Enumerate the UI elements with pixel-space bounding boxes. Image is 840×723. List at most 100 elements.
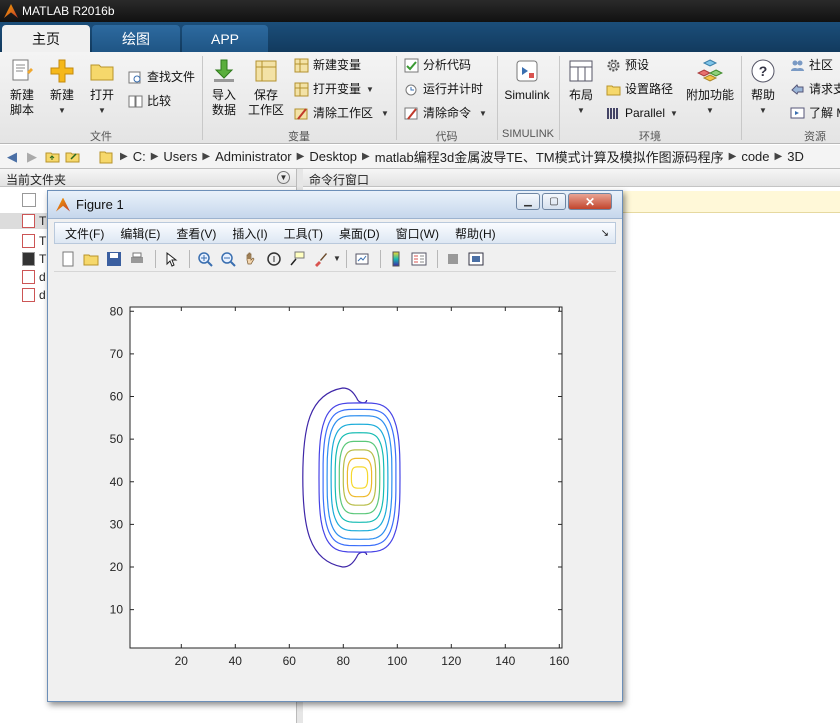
breadcrumb-item[interactable]: matlab编程3d金属波导TE、TM模式计算及模拟作图源码程序 <box>375 147 724 166</box>
find-files-button[interactable]: 查找文件 <box>128 70 195 85</box>
community-label: 社区 <box>809 58 834 72</box>
file-item[interactable]: T <box>22 251 46 267</box>
breadcrumb-item[interactable]: Administrator <box>215 149 292 164</box>
menu-edit[interactable]: 编辑(E) <box>120 225 160 242</box>
figure-canvas[interactable]: 20 40 60 80 100 120 140 160 10 20 30 40 50 60 70 80 <box>54 274 616 687</box>
print-icon[interactable] <box>127 249 147 269</box>
pan-hand-icon[interactable] <box>241 249 261 269</box>
panel-actions-icon[interactable]: ▼ <box>277 171 290 184</box>
tab-home[interactable]: 主页 <box>2 25 90 52</box>
new-variable-button[interactable]: 新建变量 <box>294 58 361 73</box>
open-variable-button[interactable]: 打开变量 ▼ <box>294 82 374 97</box>
file-item[interactable]: d <box>22 287 46 303</box>
breadcrumb-separator-icon: ▶ <box>120 151 128 162</box>
command-window-title: 命令行窗口 <box>309 173 370 187</box>
learn-matlab-button[interactable]: 了解 M <box>790 106 840 121</box>
brush-icon[interactable] <box>310 249 330 269</box>
clear-commands-dropdown-icon: ▼ <box>479 109 487 118</box>
breadcrumb-separator-icon: ▶ <box>202 151 211 162</box>
run-and-time-button[interactable]: 运行并计时 <box>404 82 483 97</box>
group-code-label: 代码 <box>435 131 458 143</box>
community-button[interactable]: 社区 <box>790 58 833 73</box>
breadcrumb-item[interactable]: Users <box>163 149 197 164</box>
breadcrumb-item[interactable]: C: <box>133 149 146 164</box>
parallel-button[interactable]: Parallel ▼ <box>606 106 678 121</box>
preferences-button[interactable]: 预设 <box>606 58 649 73</box>
zoom-out-icon[interactable] <box>218 249 238 269</box>
colorbar-icon[interactable] <box>386 249 406 269</box>
menu-help[interactable]: 帮助(H) <box>455 225 496 242</box>
simulink-button[interactable]: Simulink <box>503 58 551 103</box>
save-workspace-button[interactable]: 保存 工作区 <box>246 58 286 118</box>
tab-apps[interactable]: APP <box>182 25 268 52</box>
forward-arrow-icon[interactable]: ▶ <box>24 149 40 165</box>
set-path-button[interactable]: 设置路径 <box>606 82 673 97</box>
figure-menu-bar: 文件(F) 编辑(E) 查看(V) 插入(I) 工具(T) 桌面(D) 窗口(W… <box>54 222 616 244</box>
request-support-button[interactable]: 请求支 <box>790 82 840 97</box>
breadcrumb-item[interactable]: code <box>741 149 769 164</box>
new-script-button[interactable]: 新建 脚本 <box>6 58 38 118</box>
menu-desktop[interactable]: 桌面(D) <box>339 225 380 242</box>
select-arrow-icon[interactable] <box>161 249 181 269</box>
up-folder-icon[interactable] <box>44 149 60 165</box>
analyze-code-button[interactable]: 分析代码 <box>404 58 471 73</box>
menu-window[interactable]: 窗口(W) <box>396 225 439 242</box>
run-and-time-label: 运行并计时 <box>423 82 484 96</box>
figure-title-bar[interactable]: Figure 1 ▁ ▢ ✕ <box>48 191 622 219</box>
browse-folder-icon[interactable] <box>64 149 80 165</box>
compare-button[interactable]: 比较 <box>128 94 171 109</box>
breadcrumb-item[interactable]: Desktop <box>309 149 357 164</box>
close-button[interactable]: ✕ <box>568 193 612 210</box>
new-script-icon <box>12 59 33 81</box>
jpg-file-icon <box>22 252 35 266</box>
menu-tools[interactable]: 工具(T) <box>284 225 323 242</box>
link-plot-icon[interactable] <box>352 249 372 269</box>
parallel-icon <box>607 108 618 119</box>
help-button[interactable]: ? 帮助 ▼ <box>748 58 778 118</box>
file-item[interactable]: T <box>22 213 46 229</box>
breadcrumb-item[interactable]: 3D <box>787 149 804 164</box>
rotate-3d-icon[interactable] <box>264 249 284 269</box>
figure-window[interactable]: Figure 1 ▁ ▢ ✕ 文件(F) 编辑(E) 查看(V) 插入(I) 工… <box>47 190 623 702</box>
y-tick-label: 10 <box>110 603 124 617</box>
drive-folder-icon <box>98 149 114 165</box>
clear-commands-button[interactable]: 清除命令 ▼ <box>404 106 487 121</box>
contour-plot[interactable]: 20 40 60 80 100 120 140 160 10 20 30 40 50 60 70 80 <box>54 274 616 687</box>
clear-workspace-button[interactable]: 清除工作区 ▼ <box>294 106 389 121</box>
clear-workspace-label: 清除工作区 <box>313 106 374 120</box>
new-figure-icon[interactable] <box>58 249 78 269</box>
file-item[interactable]: d <box>22 269 46 285</box>
tab-plots[interactable]: 绘图 <box>92 25 180 52</box>
help-dropdown-icon: ▼ <box>759 106 767 115</box>
minimize-button[interactable]: ▁ <box>516 193 540 210</box>
back-arrow-icon[interactable]: ◀ <box>4 149 20 165</box>
x-tick-label: 20 <box>175 654 189 668</box>
hide-plot-tools-icon[interactable] <box>443 249 463 269</box>
y-tick-label: 30 <box>110 517 124 531</box>
new-button[interactable]: 新建 ▼ <box>48 58 76 118</box>
open-button[interactable]: 打开 ▼ <box>88 58 116 118</box>
save-icon[interactable] <box>104 249 124 269</box>
menu-file[interactable]: 文件(F) <box>65 225 104 242</box>
layout-button[interactable]: 布局 ▼ <box>566 58 596 118</box>
clear-workspace-dropdown-icon: ▼ <box>381 109 389 118</box>
menu-insert[interactable]: 插入(I) <box>232 225 267 242</box>
set-path-label: 设置路径 <box>625 82 674 96</box>
import-data-button[interactable]: 导入 数据 <box>208 58 240 118</box>
breadcrumb-separator-icon: ▶ <box>362 151 370 162</box>
maximize-button[interactable]: ▢ <box>542 193 566 210</box>
zoom-in-icon[interactable] <box>195 249 215 269</box>
file-item[interactable]: T <box>22 233 46 249</box>
show-plot-tools-icon[interactable] <box>466 249 486 269</box>
menu-view[interactable]: 查看(V) <box>176 225 216 242</box>
data-cursor-icon[interactable] <box>287 249 307 269</box>
addons-button[interactable]: 附加功能 ▼ <box>686 58 734 118</box>
open-file-icon[interactable] <box>81 249 101 269</box>
y-tick-label: 40 <box>110 475 124 489</box>
run-and-time-icon <box>405 84 417 96</box>
brush-dropdown-icon[interactable]: ▼ <box>333 254 341 263</box>
legend-icon[interactable] <box>409 249 429 269</box>
request-support-icon <box>791 84 804 95</box>
axes-box[interactable] <box>129 306 563 649</box>
dock-figure-icon[interactable]: ↘ <box>601 228 609 239</box>
